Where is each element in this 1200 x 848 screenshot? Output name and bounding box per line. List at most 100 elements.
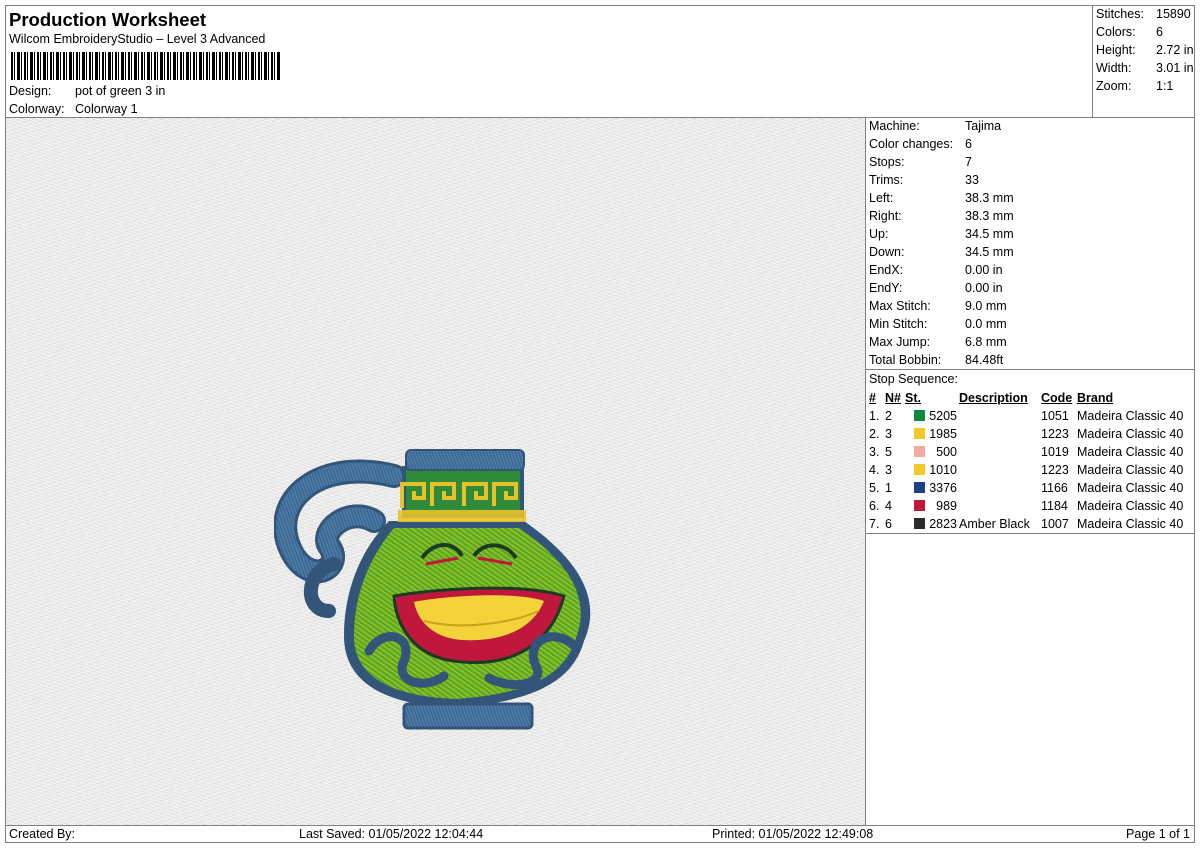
col-stitches: St.: [905, 391, 921, 405]
max-stitch-row: Max Stitch: 9.0 mm: [869, 299, 1007, 313]
info-label: Stops:: [869, 155, 905, 169]
info-value: 38.3 mm: [965, 191, 1014, 205]
stat-value: 1:1: [1156, 79, 1174, 93]
color-changes-row: Color changes: 6: [869, 137, 972, 151]
stat-label: Colors:: [1096, 25, 1136, 39]
row-description: [958, 479, 1040, 497]
row-code: 1223: [1041, 427, 1069, 441]
stops-row: Stops: 7: [869, 155, 972, 169]
colorway-label: Colorway:: [9, 102, 65, 116]
design-preview: [5, 117, 866, 826]
stat-zoom: Zoom: 1:1: [1096, 79, 1173, 93]
stat-value: 3.01 in: [1156, 61, 1194, 75]
color-swatch: [914, 464, 925, 475]
design-value: pot of green 3 in: [75, 84, 166, 98]
row-code: 1019: [1041, 445, 1069, 459]
col-code: Code: [1041, 391, 1073, 405]
row-stitches-cell: 1010: [904, 461, 958, 479]
row-description: [958, 407, 1040, 425]
row-brand: Madeira Classic 40: [1077, 445, 1184, 459]
color-swatch: [914, 410, 925, 421]
row-description: [958, 497, 1040, 515]
info-label: Up:: [869, 227, 889, 241]
row-stitches: 500: [936, 445, 957, 459]
row-stitches-cell: 1985: [904, 425, 958, 443]
row-num: 3.: [869, 445, 880, 459]
info-value: 9.0 mm: [965, 299, 1007, 313]
info-label: Right:: [869, 209, 902, 223]
row-brand: Madeira Classic 40: [1077, 481, 1184, 495]
row-code: 1007: [1041, 517, 1069, 531]
row-brand: Madeira Classic 40: [1077, 463, 1184, 477]
row-stitches-cell: 500: [904, 443, 958, 461]
stat-width: Width: 3.01 in: [1096, 61, 1194, 75]
row-num: 2.: [869, 427, 880, 441]
color-swatch: [914, 446, 925, 457]
row-description: [958, 461, 1040, 479]
row-needle: 4: [885, 499, 892, 513]
endx-row: EndX: 0.00 in: [869, 263, 1003, 277]
embroidery-pot-image: [274, 449, 591, 730]
row-needle: 1: [885, 481, 892, 495]
info-value: 6: [965, 137, 972, 151]
col-num: #: [869, 391, 876, 405]
info-value: 34.5 mm: [965, 245, 1014, 259]
left-row: Left: 38.3 mm: [869, 191, 1014, 205]
row-brand: Madeira Classic 40: [1077, 499, 1184, 513]
worksheet-header: Production Worksheet Wilcom EmbroiderySt…: [5, 5, 1093, 118]
info-value: 33: [965, 173, 979, 187]
col-description: Description: [959, 391, 1028, 405]
table-row: 5. 1 3376 1166 Madeira Classic 40: [868, 479, 1184, 497]
row-code: 1184: [1041, 499, 1068, 513]
stop-sequence: Stop Sequence: # N# St. Description Code…: [865, 369, 1195, 534]
row-code: 1223: [1041, 463, 1069, 477]
endy-row: EndY: 0.00 in: [869, 281, 1003, 295]
row-brand: Madeira Classic 40: [1077, 427, 1184, 441]
info-value: Tajima: [965, 119, 1002, 133]
row-stitches-cell: 989: [904, 497, 958, 515]
color-swatch: [914, 500, 925, 511]
row-stitches-cell: 3376: [904, 479, 958, 497]
row-num: 1.: [869, 409, 880, 423]
color-swatch: [914, 428, 925, 439]
colorway-value: Colorway 1: [75, 102, 138, 116]
table-row: 6. 4 989 1184 Madeira Classic 40: [868, 497, 1184, 515]
row-brand: Madeira Classic 40: [1077, 517, 1184, 531]
row-stitches-cell: 5205: [904, 407, 958, 425]
row-code: 1051: [1041, 409, 1069, 423]
row-needle: 6: [885, 517, 892, 531]
min-stitch-row: Min Stitch: 0.0 mm: [869, 317, 1007, 331]
row-stitches: 1985: [929, 427, 957, 441]
page-title: Production Worksheet: [9, 9, 207, 30]
info-label: Min Stitch:: [869, 317, 928, 331]
row-code: 1166: [1041, 481, 1068, 495]
stat-value: 2.72 in: [1156, 43, 1194, 57]
worksheet-footer: Created By: Last Saved: 01/05/2022 12:04…: [5, 825, 1195, 843]
down-row: Down: 34.5 mm: [869, 245, 1014, 259]
table-row: 1. 2 5205 1051 Madeira Classic 40: [868, 407, 1184, 425]
info-label: Machine:: [869, 119, 920, 133]
stop-sequence-heading: Stop Sequence:: [869, 372, 958, 386]
table-row: 3. 5 500 1019 Madeira Classic 40: [868, 443, 1184, 461]
stat-label: Zoom:: [1096, 79, 1132, 93]
total-bobbin-row: Total Bobbin: 84.48ft: [869, 353, 1003, 367]
info-value: 6.8 mm: [965, 335, 1007, 349]
stat-value: 6: [1156, 25, 1163, 39]
table-header: # N# St. Description Code Brand: [868, 389, 1184, 407]
stat-stitches: Stitches: 15890: [1096, 7, 1191, 21]
info-value: 34.5 mm: [965, 227, 1014, 241]
max-jump-row: Max Jump: 6.8 mm: [869, 335, 1007, 349]
row-num: 6.: [869, 499, 880, 513]
up-row: Up: 34.5 mm: [869, 227, 1014, 241]
info-value: 0.00 in: [965, 281, 1003, 295]
machine-info: Machine: Tajima Color changes: 6 Stops: 7 T…: [865, 117, 1195, 370]
info-label: Max Stitch:: [869, 299, 931, 313]
info-label: EndX:: [869, 263, 904, 277]
row-stitches: 989: [936, 499, 957, 513]
trims-row: Trims: 33: [869, 173, 979, 187]
row-stitches-cell: 2823: [904, 515, 958, 533]
design-row: Design: pot of green 3 in: [9, 84, 165, 98]
row-stitches: 1010: [929, 463, 957, 477]
empty-panel: [865, 533, 1195, 826]
stat-value: 15890: [1156, 7, 1191, 21]
